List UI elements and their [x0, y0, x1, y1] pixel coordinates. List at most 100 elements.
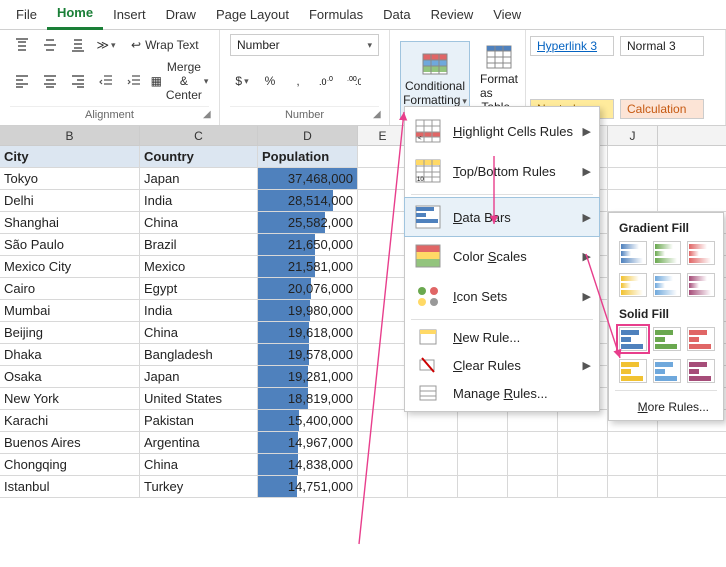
- cell-population[interactable]: 14,967,000: [258, 432, 358, 453]
- cell-empty[interactable]: [358, 278, 408, 299]
- cell-empty[interactable]: [608, 476, 658, 497]
- column-header-B[interactable]: B: [0, 126, 140, 145]
- cell-country[interactable]: India: [140, 300, 258, 321]
- tab-home[interactable]: Home: [47, 0, 103, 30]
- cell-empty[interactable]: [358, 410, 408, 431]
- orientation-button[interactable]: ≫▾: [94, 34, 118, 56]
- menu-color-scales[interactable]: Color Scales ▶: [405, 236, 599, 276]
- cell-empty[interactable]: [358, 256, 408, 277]
- databar-solid-ltblue[interactable]: [653, 359, 681, 383]
- cell-city[interactable]: Istanbul: [0, 476, 140, 497]
- cell-empty[interactable]: [558, 476, 608, 497]
- cell-empty[interactable]: [558, 432, 608, 453]
- cell-empty[interactable]: [358, 476, 408, 497]
- cell-population[interactable]: 20,076,000: [258, 278, 358, 299]
- number-format-select[interactable]: Number▾: [230, 34, 379, 56]
- cell-empty[interactable]: [608, 432, 658, 453]
- column-header-C[interactable]: C: [140, 126, 258, 145]
- databar-gradient-purple[interactable]: [687, 273, 715, 297]
- cell-empty[interactable]: [358, 432, 408, 453]
- percent-format-button[interactable]: %: [258, 70, 282, 92]
- cell-empty[interactable]: [608, 168, 658, 189]
- tab-review[interactable]: Review: [421, 1, 484, 29]
- tab-file[interactable]: File: [6, 1, 47, 29]
- cell-country[interactable]: United States: [140, 388, 258, 409]
- cell-city[interactable]: Delhi: [0, 190, 140, 211]
- cell-empty[interactable]: [458, 432, 508, 453]
- column-header-J[interactable]: J: [608, 126, 658, 145]
- style-calculation[interactable]: Calculation: [620, 99, 704, 119]
- accounting-format-button[interactable]: $▾: [230, 70, 254, 92]
- cell-population[interactable]: 14,751,000: [258, 476, 358, 497]
- databar-solid-orange[interactable]: [619, 359, 647, 383]
- databar-solid-blue[interactable]: [619, 327, 647, 351]
- cell-population[interactable]: 19,578,000: [258, 344, 358, 365]
- cell-header-country[interactable]: Country: [140, 146, 258, 167]
- cell-country[interactable]: Japan: [140, 366, 258, 387]
- cell-city[interactable]: Chongqing: [0, 454, 140, 475]
- cell-empty[interactable]: [358, 212, 408, 233]
- cell-empty[interactable]: [358, 300, 408, 321]
- cell-city[interactable]: New York: [0, 388, 140, 409]
- cell-city[interactable]: Osaka: [0, 366, 140, 387]
- menu-new-rule[interactable]: New Rule...: [405, 323, 599, 351]
- cell-population[interactable]: 15,400,000: [258, 410, 358, 431]
- style-hyperlink3[interactable]: Hyperlink 3: [530, 36, 614, 56]
- tab-view[interactable]: View: [483, 1, 531, 29]
- style-normal3[interactable]: Normal 3: [620, 36, 704, 56]
- databar-solid-red[interactable]: [687, 327, 715, 351]
- menu-clear-rules[interactable]: Clear Rules ▶: [405, 351, 599, 379]
- cell-city[interactable]: Mumbai: [0, 300, 140, 321]
- menu-icon-sets[interactable]: Icon Sets ▶: [405, 276, 599, 316]
- cell-empty[interactable]: [408, 454, 458, 475]
- align-top-button[interactable]: [10, 34, 34, 56]
- cell-empty[interactable]: [358, 454, 408, 475]
- menu-top-bottom-rules[interactable]: 10 Top/Bottom Rules ▶: [405, 151, 599, 191]
- decrease-decimal-button[interactable]: .00.0: [342, 70, 366, 92]
- cell-empty[interactable]: [358, 168, 408, 189]
- cell-city[interactable]: Karachi: [0, 410, 140, 431]
- databar-gradient-blue[interactable]: [619, 241, 647, 265]
- databar-solid-green[interactable]: [653, 327, 681, 351]
- cell-country[interactable]: Mexico: [140, 256, 258, 277]
- cell-city[interactable]: Mexico City: [0, 256, 140, 277]
- menu-manage-rules[interactable]: Manage Rules...: [405, 379, 599, 407]
- cell-population[interactable]: 21,650,000: [258, 234, 358, 255]
- align-middle-button[interactable]: [38, 34, 62, 56]
- align-left-button[interactable]: [10, 70, 34, 92]
- cell-city[interactable]: Shanghai: [0, 212, 140, 233]
- column-header-D[interactable]: D: [258, 126, 358, 145]
- cell-country[interactable]: Brazil: [140, 234, 258, 255]
- databar-gradient-orange[interactable]: [619, 273, 647, 297]
- cell-city[interactable]: São Paulo: [0, 234, 140, 255]
- menu-highlight-cells-rules[interactable]: < HHighlight Cells Rulesighlight Cells R…: [405, 111, 599, 151]
- cell-empty[interactable]: [608, 454, 658, 475]
- cell-population[interactable]: 25,582,000: [258, 212, 358, 233]
- cell-country[interactable]: Turkey: [140, 476, 258, 497]
- databar-gradient-green[interactable]: [653, 241, 681, 265]
- merge-center-button[interactable]: ▦Merge & Center▾: [150, 70, 209, 92]
- cell-empty[interactable]: [358, 234, 408, 255]
- tab-data[interactable]: Data: [373, 1, 420, 29]
- cell-country[interactable]: China: [140, 212, 258, 233]
- cell-empty[interactable]: [458, 476, 508, 497]
- align-right-button[interactable]: [66, 70, 90, 92]
- cell-city[interactable]: Tokyo: [0, 168, 140, 189]
- comma-format-button[interactable]: ,: [286, 70, 310, 92]
- menu-data-bars[interactable]: Data Bars ▶: [404, 197, 600, 237]
- tab-page-layout[interactable]: Page Layout: [206, 1, 299, 29]
- increase-decimal-button[interactable]: .0.00: [314, 70, 338, 92]
- cell-country[interactable]: India: [140, 190, 258, 211]
- cell-country[interactable]: Argentina: [140, 432, 258, 453]
- cell-empty[interactable]: [558, 454, 608, 475]
- cell-empty[interactable]: [508, 432, 558, 453]
- cell-country[interactable]: China: [140, 322, 258, 343]
- tab-formulas[interactable]: Formulas: [299, 1, 373, 29]
- align-bottom-button[interactable]: [66, 34, 90, 56]
- tab-insert[interactable]: Insert: [103, 1, 156, 29]
- column-header-E[interactable]: E: [358, 126, 408, 145]
- databar-solid-purple[interactable]: [687, 359, 715, 383]
- cell-empty[interactable]: [358, 322, 408, 343]
- cell-empty[interactable]: [358, 366, 408, 387]
- cell-empty[interactable]: [558, 410, 608, 431]
